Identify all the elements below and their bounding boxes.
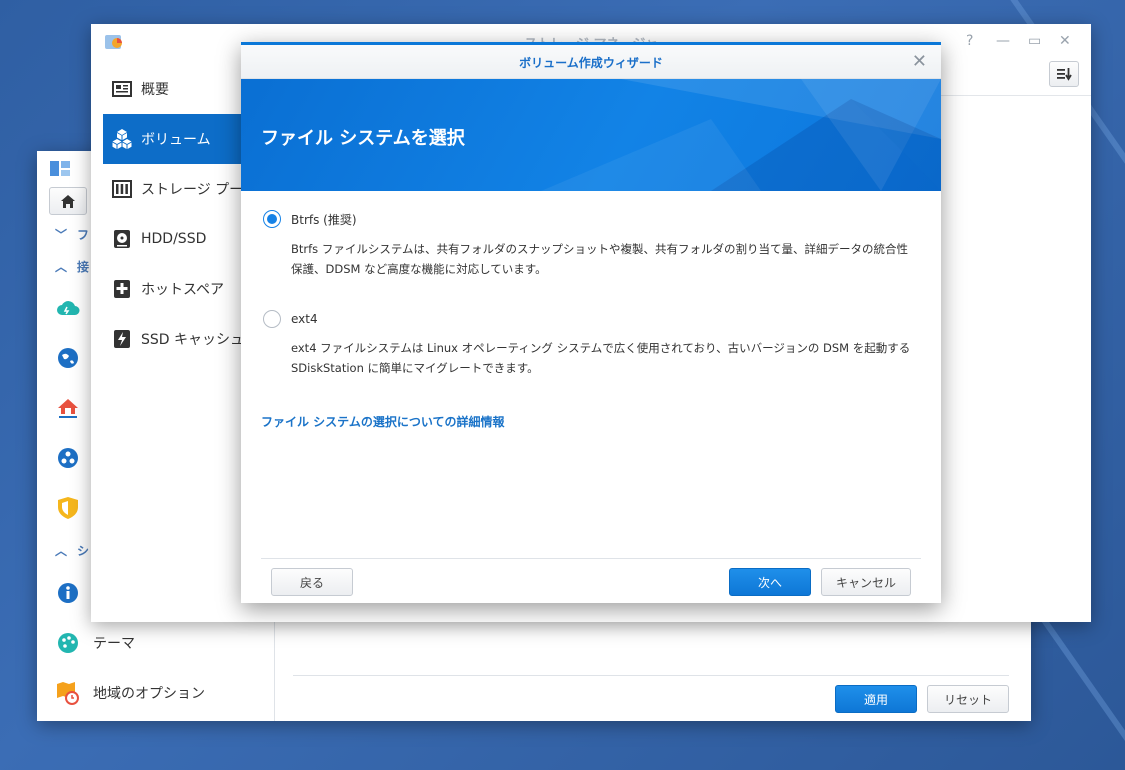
info-icon: [55, 580, 81, 606]
help-icon[interactable]: ?: [966, 33, 973, 49]
section-connectivity[interactable]: ︿ 接: [55, 258, 89, 275]
disk-icon: [111, 228, 133, 250]
palette-icon: [55, 630, 81, 656]
radio-ext4[interactable]: [263, 310, 281, 328]
close-icon[interactable]: ✕: [912, 51, 927, 72]
section-file[interactable]: ﹀ フ: [55, 226, 89, 243]
chevron-down-icon: ﹀: [55, 228, 68, 242]
option-ext4[interactable]: ext4: [263, 310, 318, 328]
reset-button[interactable]: リセット: [927, 685, 1009, 713]
btrfs-description: Btrfs ファイルシステムは、共有フォルダのスナップショットや複製、共有フォル…: [291, 242, 908, 276]
ssd-cache-icon: [111, 328, 133, 350]
wizard-step-heading: ファイル システムを選択: [261, 128, 465, 149]
wizard-title: ボリューム作成ウィザード: [519, 56, 663, 70]
overview-icon: [111, 78, 133, 100]
volume-cubes-icon: [111, 128, 133, 150]
sort-button[interactable]: [1049, 61, 1079, 87]
back-button[interactable]: 戻る: [271, 568, 353, 596]
wizard-titlebar[interactable]: ボリューム作成ウィザード ✕: [241, 45, 941, 79]
cp-item-theme[interactable]: テーマ: [55, 628, 135, 658]
footer-divider: [293, 675, 1009, 676]
home-button[interactable]: [49, 187, 87, 215]
radio-btrfs[interactable]: [263, 210, 281, 228]
volume-creation-wizard: ボリューム作成ウィザード ✕ ファイル システムを選択 Btrfs (推奨) B…: [241, 42, 941, 603]
more-info-link[interactable]: ファイル システムの選択についての詳細情報: [261, 413, 504, 430]
section-system[interactable]: ︿ シ: [55, 542, 89, 559]
option-btrfs[interactable]: Btrfs (推奨): [263, 210, 357, 228]
wizard-banner: ファイル システムを選択: [241, 79, 941, 191]
control-panel-app-icon: [50, 161, 70, 176]
map-clock-icon: [55, 680, 81, 706]
network-home-icon: [55, 395, 81, 421]
dhcp-icon: [55, 445, 81, 471]
ext4-description: ext4 ファイルシステムは Linux オペレーティング システムで広く使用さ…: [291, 341, 911, 375]
apply-button[interactable]: 適用: [835, 685, 917, 713]
globe-icon: [55, 345, 81, 371]
minimize-icon[interactable]: —: [996, 33, 1010, 49]
home-icon: [61, 194, 75, 208]
shield-icon: [55, 495, 81, 521]
chevron-up-icon: ︿: [55, 260, 68, 274]
close-icon[interactable]: ✕: [1059, 33, 1071, 49]
toolbar-divider: [941, 95, 1091, 96]
cp-item-regional-options[interactable]: 地域のオプション: [55, 678, 205, 708]
hot-spare-icon: [111, 278, 133, 300]
storage-pool-icon: [111, 178, 133, 200]
chevron-up-icon: ︿: [55, 544, 68, 558]
cancel-button[interactable]: キャンセル: [821, 568, 911, 596]
sort-icon: [1057, 68, 1072, 81]
wizard-footer-divider: [261, 558, 921, 559]
maximize-icon[interactable]: ▭: [1028, 33, 1041, 49]
next-button[interactable]: 次へ: [729, 568, 811, 596]
cloud-icon: [55, 295, 81, 321]
